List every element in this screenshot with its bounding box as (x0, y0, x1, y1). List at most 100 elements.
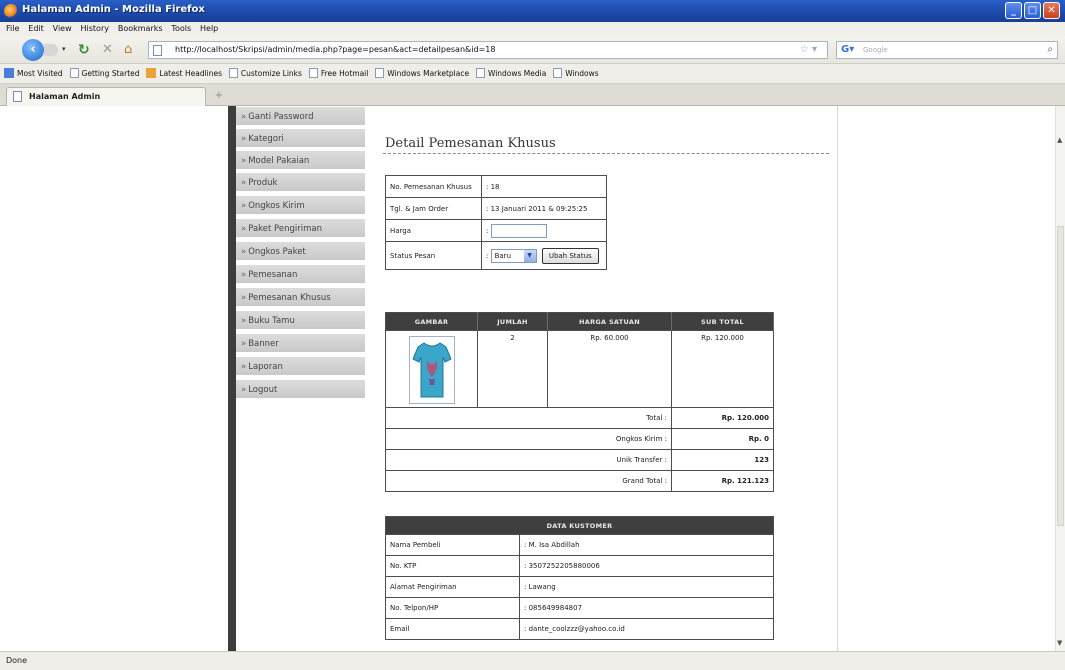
page-icon (69, 68, 79, 78)
vertical-scrollbar[interactable]: ▲ ▼ (1055, 106, 1065, 651)
maximize-button[interactable]: □ (1024, 2, 1041, 19)
order-items-table: GAMBAR JUMLAH HARGA SATUAN SUB TOTAL 2 R… (385, 312, 774, 492)
arrow-icon: » (241, 362, 247, 372)
table-row: Nama Pembeli : M. Isa Abdillah (385, 534, 774, 556)
sidebar-item-ongkos-paket[interactable]: » Ongkos Paket (236, 242, 365, 262)
sidebar-item-label: Paket Pengiriman (248, 224, 322, 234)
address-label: Alamat Pengiriman (385, 576, 520, 598)
sidebar-item-model-pakaian[interactable]: » Model Pakaian (236, 151, 365, 171)
stop-icon[interactable]: ✕ (102, 42, 113, 57)
sidebar-item-banner[interactable]: » Banner (236, 334, 365, 354)
menu-view[interactable]: View (53, 22, 72, 36)
arrow-icon: » (241, 270, 247, 280)
menu-tools[interactable]: Tools (171, 22, 191, 36)
status-label: Status Pesan (385, 241, 482, 270)
tab-halaman-admin[interactable]: Halaman Admin (6, 87, 206, 106)
order-number-label: No. Pemesanan Khusus (385, 175, 482, 198)
grand-total-value: Rp. 121.123 (671, 470, 774, 492)
order-date-row: Tgl. & Jam Order : 13 Januari 2011 & 09:… (385, 197, 607, 220)
sidebar-item-laporan[interactable]: » Laporan (236, 357, 365, 377)
scroll-up-icon[interactable]: ▲ (1057, 136, 1062, 144)
address-url: http://localhost/Skripsi/admin/media.php… (175, 45, 496, 54)
bookmark-getting-started[interactable]: Getting Started (69, 64, 140, 84)
bookmark-windows[interactable]: Windows (553, 64, 599, 84)
arrow-icon: » (241, 112, 247, 122)
arrow-icon: » (241, 293, 247, 303)
scroll-down-icon[interactable]: ▼ (1057, 639, 1062, 647)
page-content: » Ganti Password » Kategori » Model Pakaian… (0, 106, 1055, 651)
forward-button[interactable] (44, 44, 58, 56)
status-prefix: : (486, 251, 489, 260)
sidebar-item-label: Laporan (248, 362, 283, 372)
sidebar-item-buku-tamu[interactable]: » Buku Tamu (236, 311, 365, 331)
scrollbar-thumb[interactable] (1057, 226, 1064, 526)
order-table-header: GAMBAR JUMLAH HARGA SATUAN SUB TOTAL (385, 312, 774, 331)
sidebar-item-label: Ganti Password (248, 112, 314, 122)
history-dropdown-icon[interactable]: ▾ (62, 45, 66, 53)
order-number-value: : 18 (481, 175, 607, 198)
sidebar-item-paket-pengiriman[interactable]: » Paket Pengiriman (236, 219, 365, 239)
customer-data-table: DATA KUSTOMER Nama Pembeli : M. Isa Abdi… (385, 516, 774, 640)
grand-total-row: Grand Total : Rp. 121.123 (385, 470, 774, 492)
menu-history[interactable]: History (81, 22, 109, 36)
menu-help[interactable]: Help (200, 22, 218, 36)
new-tab-icon[interactable]: + (212, 89, 226, 103)
bookmark-label: Customize Links (240, 69, 302, 78)
bookmark-windows-media[interactable]: Windows Media (475, 64, 547, 84)
arrow-icon: » (241, 316, 247, 326)
sidebar-item-label: Pemesanan Khusus (248, 293, 331, 303)
menu-bookmarks[interactable]: Bookmarks (118, 22, 163, 36)
price-input[interactable] (490, 223, 547, 238)
search-box[interactable]: G▾ Google ⌕ (836, 41, 1058, 59)
unit-price-cell: Rp. 60.000 (547, 330, 672, 408)
menu-bar: File Edit View History Bookmarks Tools H… (0, 22, 1065, 36)
chevron-down-icon[interactable]: ▼ (523, 249, 536, 262)
quantity-cell: 2 (477, 330, 548, 408)
sidebar-item-kategori[interactable]: » Kategori (236, 129, 365, 149)
bookmark-label: Most Visited (17, 69, 63, 78)
table-row: Alamat Pengiriman : Lawang (385, 576, 774, 598)
rss-icon (146, 68, 157, 78)
sidebar-item-produk[interactable]: » Produk (236, 173, 365, 193)
arrow-icon: » (241, 247, 247, 257)
email-label: Email (385, 618, 520, 640)
bookmark-free-hotmail[interactable]: Free Hotmail (308, 64, 368, 84)
menu-edit[interactable]: Edit (28, 22, 44, 36)
bookmark-customize-links[interactable]: Customize Links (228, 64, 302, 84)
table-row: 2 Rp. 60.000 Rp. 120.000 (385, 330, 774, 408)
ktp-value: : 3507252205880006 (519, 555, 774, 577)
sidebar-item-pemesanan-khusus[interactable]: » Pemesanan Khusus (236, 288, 365, 308)
reload-icon[interactable]: ↻ (78, 42, 90, 58)
sidebar-item-pemesanan[interactable]: » Pemesanan (236, 265, 365, 285)
tshirt-icon (411, 342, 452, 398)
bookmark-windows-marketplace[interactable]: Windows Marketplace (375, 64, 469, 84)
total-value: Rp. 120.000 (671, 407, 774, 429)
address-bar[interactable]: http://localhost/Skripsi/admin/media.php… (148, 41, 828, 59)
email-value: : dante_coolzzz@yahoo.co.id (519, 618, 774, 640)
sidebar-item-ganti-password[interactable]: » Ganti Password (236, 107, 365, 127)
bookmark-latest-headlines[interactable]: Latest Headlines (146, 64, 222, 84)
minimize-button[interactable]: _ (1005, 2, 1022, 19)
close-button[interactable]: ✕ (1043, 2, 1060, 19)
bookmark-most-visited[interactable]: Most Visited (4, 64, 63, 84)
back-button[interactable]: ‹ (22, 39, 44, 61)
phone-value: : 085649984807 (519, 597, 774, 619)
arrow-icon: » (241, 201, 247, 211)
sidebar-item-logout[interactable]: » Logout (236, 380, 365, 400)
home-icon[interactable]: ⌂ (124, 42, 132, 57)
change-status-button[interactable]: Ubah Status (541, 247, 599, 264)
address-value: : Lawang (519, 576, 774, 598)
page-icon (228, 68, 238, 78)
subtotal-cell: Rp. 120.000 (671, 330, 774, 408)
status-select[interactable]: Baru ▼ (490, 248, 537, 263)
search-icon[interactable]: ⌕ (1047, 44, 1053, 55)
sidebar-item-ongkos-kirim[interactable]: » Ongkos Kirim (236, 196, 365, 216)
bookmark-label: Windows (565, 69, 599, 78)
google-icon[interactable]: G▾ (841, 44, 854, 55)
search-placeholder: Google (863, 46, 888, 54)
buyer-name-value: : M. Isa Abdillah (519, 534, 774, 556)
bookmark-label: Windows Media (487, 69, 547, 78)
menu-file[interactable]: File (6, 22, 19, 36)
bookmark-star-icon[interactable]: ☆ ▾ (800, 44, 817, 55)
table-row: No. Telpon/HP : 085649984807 (385, 597, 774, 619)
